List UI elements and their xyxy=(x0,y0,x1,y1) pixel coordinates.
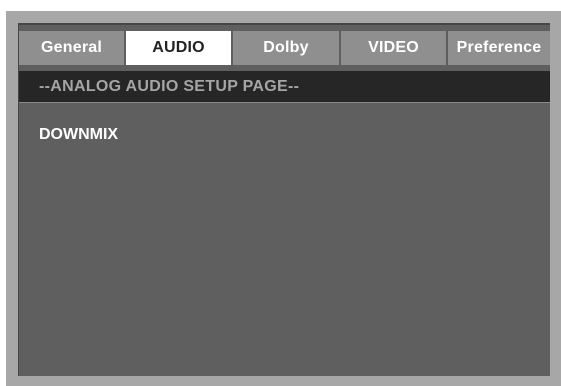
page-title-bar: --ANALOG AUDIO SETUP PAGE-- xyxy=(19,71,550,103)
page-title: --ANALOG AUDIO SETUP PAGE-- xyxy=(39,77,300,95)
tab-dolby[interactable]: Dolby xyxy=(233,31,341,65)
setup-menu: DOWNMIX xyxy=(39,123,118,147)
tab-audio[interactable]: AUDIO xyxy=(126,31,233,65)
tab-video[interactable]: VIDEO xyxy=(341,31,448,65)
tab-preference[interactable]: Preference xyxy=(448,31,550,65)
setup-tab-bar: General AUDIO Dolby VIDEO Preference xyxy=(19,31,550,65)
osd-frame: General AUDIO Dolby VIDEO Preference --A… xyxy=(6,11,561,386)
tab-general[interactable]: General xyxy=(19,31,126,65)
menu-item-downmix[interactable]: DOWNMIX xyxy=(39,123,118,147)
setup-screen: General AUDIO Dolby VIDEO Preference --A… xyxy=(18,23,550,376)
